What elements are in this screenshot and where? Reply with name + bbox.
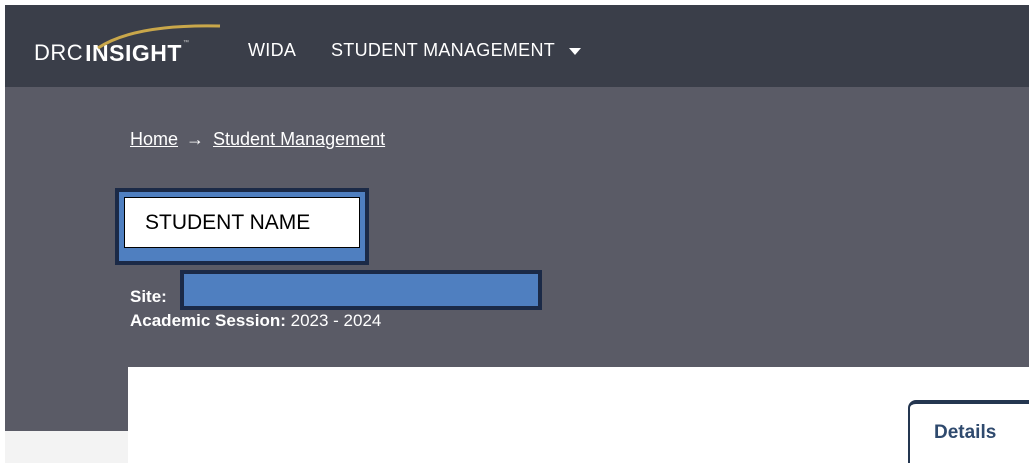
app-window: DRC INSIGHT ™ WIDA STUDENT MANAGEMENT Ho… [5, 5, 1029, 463]
academic-session-label: Academic Session: [130, 311, 291, 330]
nav-wida[interactable]: WIDA [248, 39, 296, 61]
tab-details[interactable]: Details [908, 400, 1029, 463]
caret-down-icon [569, 47, 582, 55]
student-name-placeholder: STUDENT NAME [124, 197, 360, 248]
site-label: Site: [130, 287, 167, 306]
arrow-right-icon: → [186, 129, 205, 149]
tab-details-label: Details [934, 422, 997, 443]
logo-drc-text: DRC [34, 40, 84, 65]
breadcrumb-home-link[interactable]: Home [130, 128, 178, 150]
academic-session-value: 2023 - 2024 [290, 311, 382, 330]
student-name-redaction-box: STUDENT NAME [115, 188, 369, 265]
nav-student-management-label: STUDENT MANAGEMENT [331, 40, 556, 60]
site-redaction-box [180, 270, 542, 310]
nav-student-management-dropdown[interactable]: STUDENT MANAGEMENT [331, 39, 582, 61]
academic-session-row: Academic Session: 2023 - 2024 [130, 311, 381, 331]
breadcrumb-student-management-link[interactable]: Student Management [213, 128, 385, 150]
drc-insight-logo[interactable]: DRC INSIGHT ™ [34, 24, 221, 65]
student-content-panel [128, 367, 1029, 463]
top-navigation-bar: DRC INSIGHT ™ WIDA STUDENT MANAGEMENT [5, 5, 1029, 87]
logo-arc-icon [97, 24, 221, 50]
breadcrumb: Home → Student Management [130, 128, 385, 150]
